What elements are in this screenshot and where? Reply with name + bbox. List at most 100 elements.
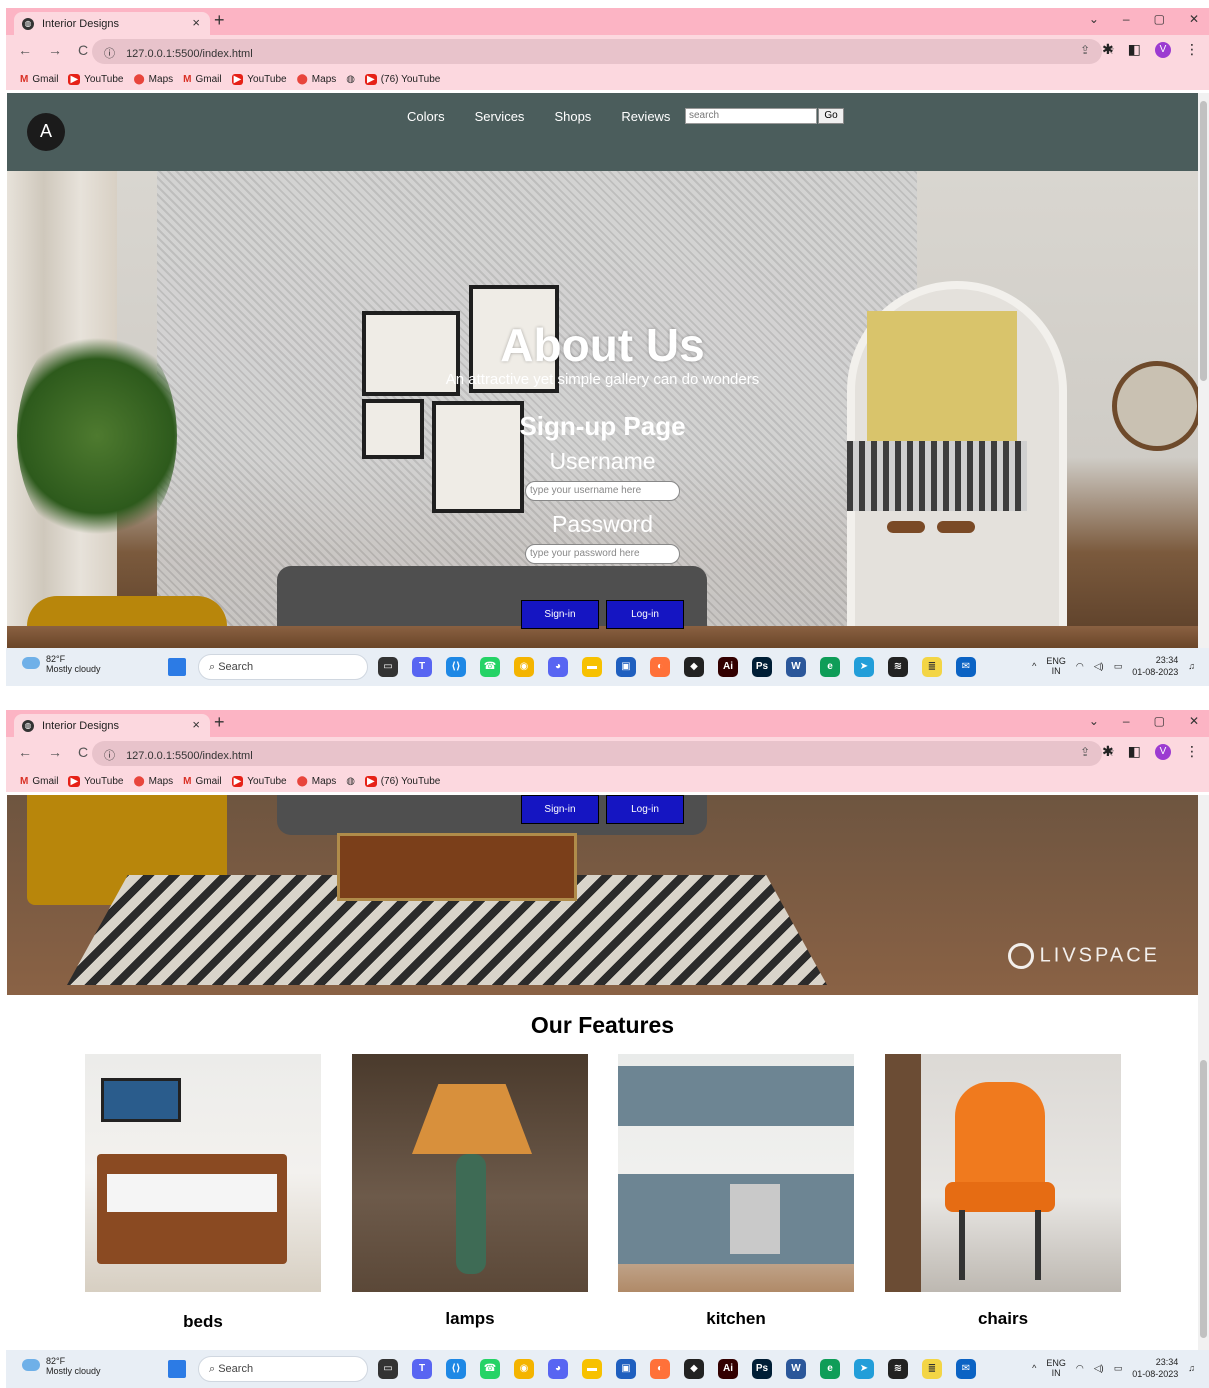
firefox-icon[interactable]: ◐ (650, 1359, 670, 1379)
wifi-icon[interactable]: ◠ (1076, 661, 1084, 672)
feature-image-chairs[interactable] (885, 1054, 1121, 1292)
illustrator-icon[interactable]: Ai (718, 1359, 738, 1379)
signin-button[interactable]: Sign-in (521, 795, 599, 824)
page-scrollbar[interactable] (1198, 93, 1209, 648)
browser-tab[interactable]: ◍ Interior Designs × (14, 12, 210, 35)
share-icon[interactable]: ⇪ (1080, 43, 1090, 57)
feature-image-lamps[interactable] (352, 1054, 588, 1292)
minimize-button[interactable]: – (1123, 12, 1130, 26)
bookmark-youtube-76[interactable]: ▶ (76) YouTube (364, 73, 440, 85)
forward-button[interactable]: → (48, 42, 62, 58)
illustrator-icon[interactable]: Ai (718, 657, 738, 677)
bookmark-youtube[interactable]: ▶ YouTube (231, 775, 287, 787)
app-icon[interactable]: ≋ (888, 657, 908, 677)
forward-button[interactable]: → (48, 744, 62, 760)
bookmark-maps[interactable]: ⬤ Maps (133, 74, 173, 85)
windows-start-icon[interactable] (168, 1360, 186, 1378)
signin-button[interactable]: Sign-in (521, 600, 599, 629)
bookmark-gmail[interactable]: M Gmail (183, 776, 221, 787)
login-button[interactable]: Log-in (606, 600, 684, 629)
back-button[interactable]: ← (18, 744, 32, 760)
nav-shops[interactable]: Shops (554, 109, 591, 124)
telegram-icon[interactable]: ➤ (854, 1359, 874, 1379)
reload-button[interactable]: C (78, 42, 88, 58)
url-bar[interactable]: ⓘ 127.0.0.1:5500/index.html (92, 741, 1102, 766)
telegram-icon[interactable]: ➤ (854, 657, 874, 677)
page-scrollbar[interactable] (1198, 795, 1209, 1350)
url-bar[interactable]: ⓘ 127.0.0.1:5500/index.html (92, 39, 1102, 64)
taskbar-search[interactable]: ⌕ Search (198, 1356, 368, 1382)
share-icon[interactable]: ⇪ (1080, 745, 1090, 759)
info-icon[interactable]: ⓘ (104, 750, 115, 762)
bookmark-youtube-76[interactable]: ▶ (76) YouTube (364, 775, 440, 787)
edge-icon[interactable]: e (820, 657, 840, 677)
battery-icon[interactable]: ▭ (1114, 1363, 1123, 1374)
photoshop-icon[interactable]: Ps (752, 657, 772, 677)
app-icon[interactable]: ≋ (888, 1359, 908, 1379)
login-button[interactable]: Log-in (606, 795, 684, 824)
password-input[interactable]: type your password here (525, 544, 680, 564)
whatsapp-icon[interactable]: ☎ (480, 1359, 500, 1379)
close-window-button[interactable]: ✕ (1189, 12, 1199, 26)
dropbox-icon[interactable]: ◆ (684, 657, 704, 677)
task-view-icon[interactable]: ▭ (378, 657, 398, 677)
username-input[interactable]: type your username here (525, 481, 680, 501)
edge-icon[interactable]: e (820, 1359, 840, 1379)
bookmark-youtube[interactable]: ▶ YouTube (231, 73, 287, 85)
back-button[interactable]: ← (18, 42, 32, 58)
profile-avatar[interactable]: V (1155, 41, 1171, 58)
discord-icon[interactable]: ◕ (548, 657, 568, 677)
windows-start-icon[interactable] (168, 658, 186, 676)
task-view-icon[interactable]: ▭ (378, 1359, 398, 1379)
nav-services[interactable]: Services (475, 109, 525, 124)
notepad-icon[interactable]: ≣ (922, 1359, 942, 1379)
photoshop-icon[interactable]: Ps (752, 1359, 772, 1379)
firefox-icon[interactable]: ◐ (650, 657, 670, 677)
site-logo[interactable]: A (27, 113, 65, 151)
whatsapp-icon[interactable]: ☎ (480, 657, 500, 677)
tab-search-icon[interactable]: ⌄ (1089, 12, 1099, 26)
weather-widget[interactable]: 82°F Mostly cloudy (22, 1356, 101, 1376)
store-icon[interactable]: ▣ (616, 1359, 636, 1379)
taskbar-search[interactable]: ⌕ Search (198, 654, 368, 680)
vscode-icon[interactable]: ⟨⟩ (446, 657, 466, 677)
notification-bell-icon[interactable]: ♫ (1188, 661, 1195, 671)
side-panel-icon[interactable]: ◧ (1128, 41, 1141, 58)
mail-icon[interactable]: ✉ (956, 657, 976, 677)
nav-colors[interactable]: Colors (407, 109, 445, 124)
extensions-icon[interactable]: ✱ (1102, 743, 1114, 760)
word-icon[interactable]: W (786, 657, 806, 677)
weather-widget[interactable]: 82°F Mostly cloudy (22, 654, 101, 674)
bookmark-youtube[interactable]: ▶ YouTube (68, 73, 123, 85)
wifi-icon[interactable]: ◠ (1076, 1363, 1084, 1374)
feature-image-kitchen[interactable] (618, 1054, 854, 1292)
profile-avatar[interactable]: V (1155, 743, 1171, 760)
menu-dots-icon[interactable]: ⋮ (1185, 743, 1199, 760)
battery-icon[interactable]: ▭ (1114, 661, 1123, 672)
search-go-button[interactable]: Go (818, 108, 844, 124)
chrome-icon[interactable]: ◉ (514, 1359, 534, 1379)
bookmark-gmail[interactable]: M Gmail (20, 74, 58, 85)
scrollbar-thumb[interactable] (1200, 101, 1207, 381)
volume-icon[interactable]: ◁) (1094, 1363, 1104, 1374)
bookmark-globe[interactable]: ◍ (346, 74, 355, 85)
dropbox-icon[interactable]: ◆ (684, 1359, 704, 1379)
scrollbar-thumb[interactable] (1200, 1060, 1207, 1338)
notification-bell-icon[interactable]: ♫ (1188, 1363, 1195, 1373)
language-indicator[interactable]: ENG IN (1046, 1358, 1066, 1378)
bookmark-maps[interactable]: ⬤ Maps (297, 776, 337, 787)
teams-icon[interactable]: T (412, 1359, 432, 1379)
vscode-icon[interactable]: ⟨⟩ (446, 1359, 466, 1379)
clock[interactable]: 23:34 01-08-2023 (1132, 1356, 1178, 1380)
bookmark-maps[interactable]: ⬤ Maps (133, 776, 173, 787)
notepad-icon[interactable]: ≣ (922, 657, 942, 677)
new-tab-button[interactable]: + (214, 10, 225, 31)
new-tab-button[interactable]: + (214, 712, 225, 733)
word-icon[interactable]: W (786, 1359, 806, 1379)
info-icon[interactable]: ⓘ (104, 48, 115, 60)
bookmark-youtube[interactable]: ▶ YouTube (68, 775, 123, 787)
bookmark-globe[interactable]: ◍ (346, 776, 355, 787)
file-explorer-icon[interactable]: ▬ (582, 1359, 602, 1379)
maximize-button[interactable]: ▢ (1154, 12, 1165, 26)
bookmark-gmail[interactable]: M Gmail (20, 776, 58, 787)
